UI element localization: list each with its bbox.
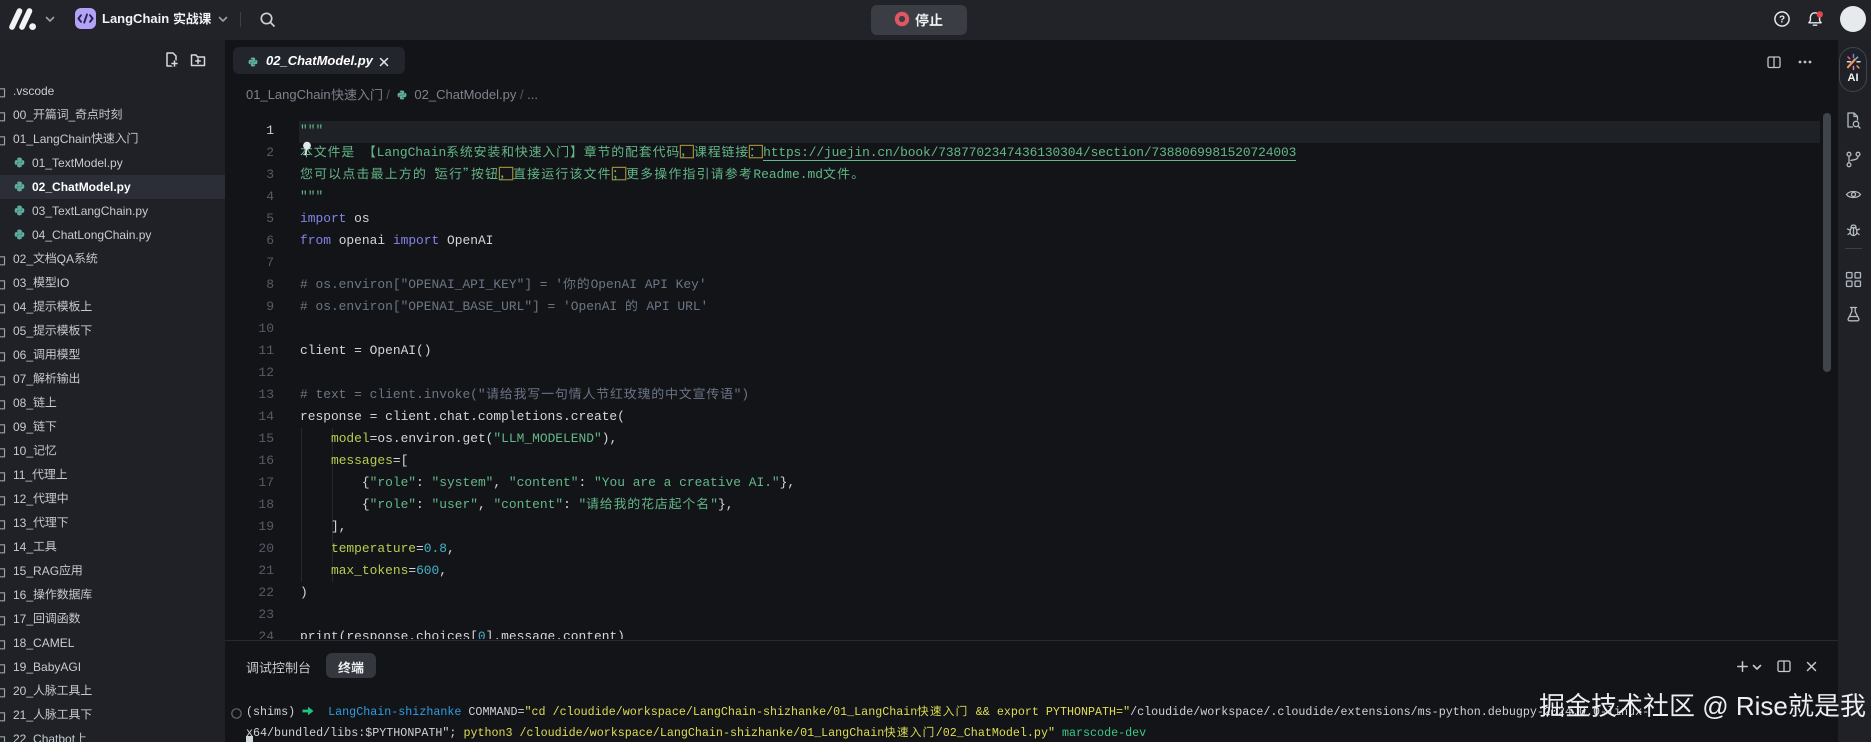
svg-text:?: ? bbox=[1779, 14, 1785, 25]
